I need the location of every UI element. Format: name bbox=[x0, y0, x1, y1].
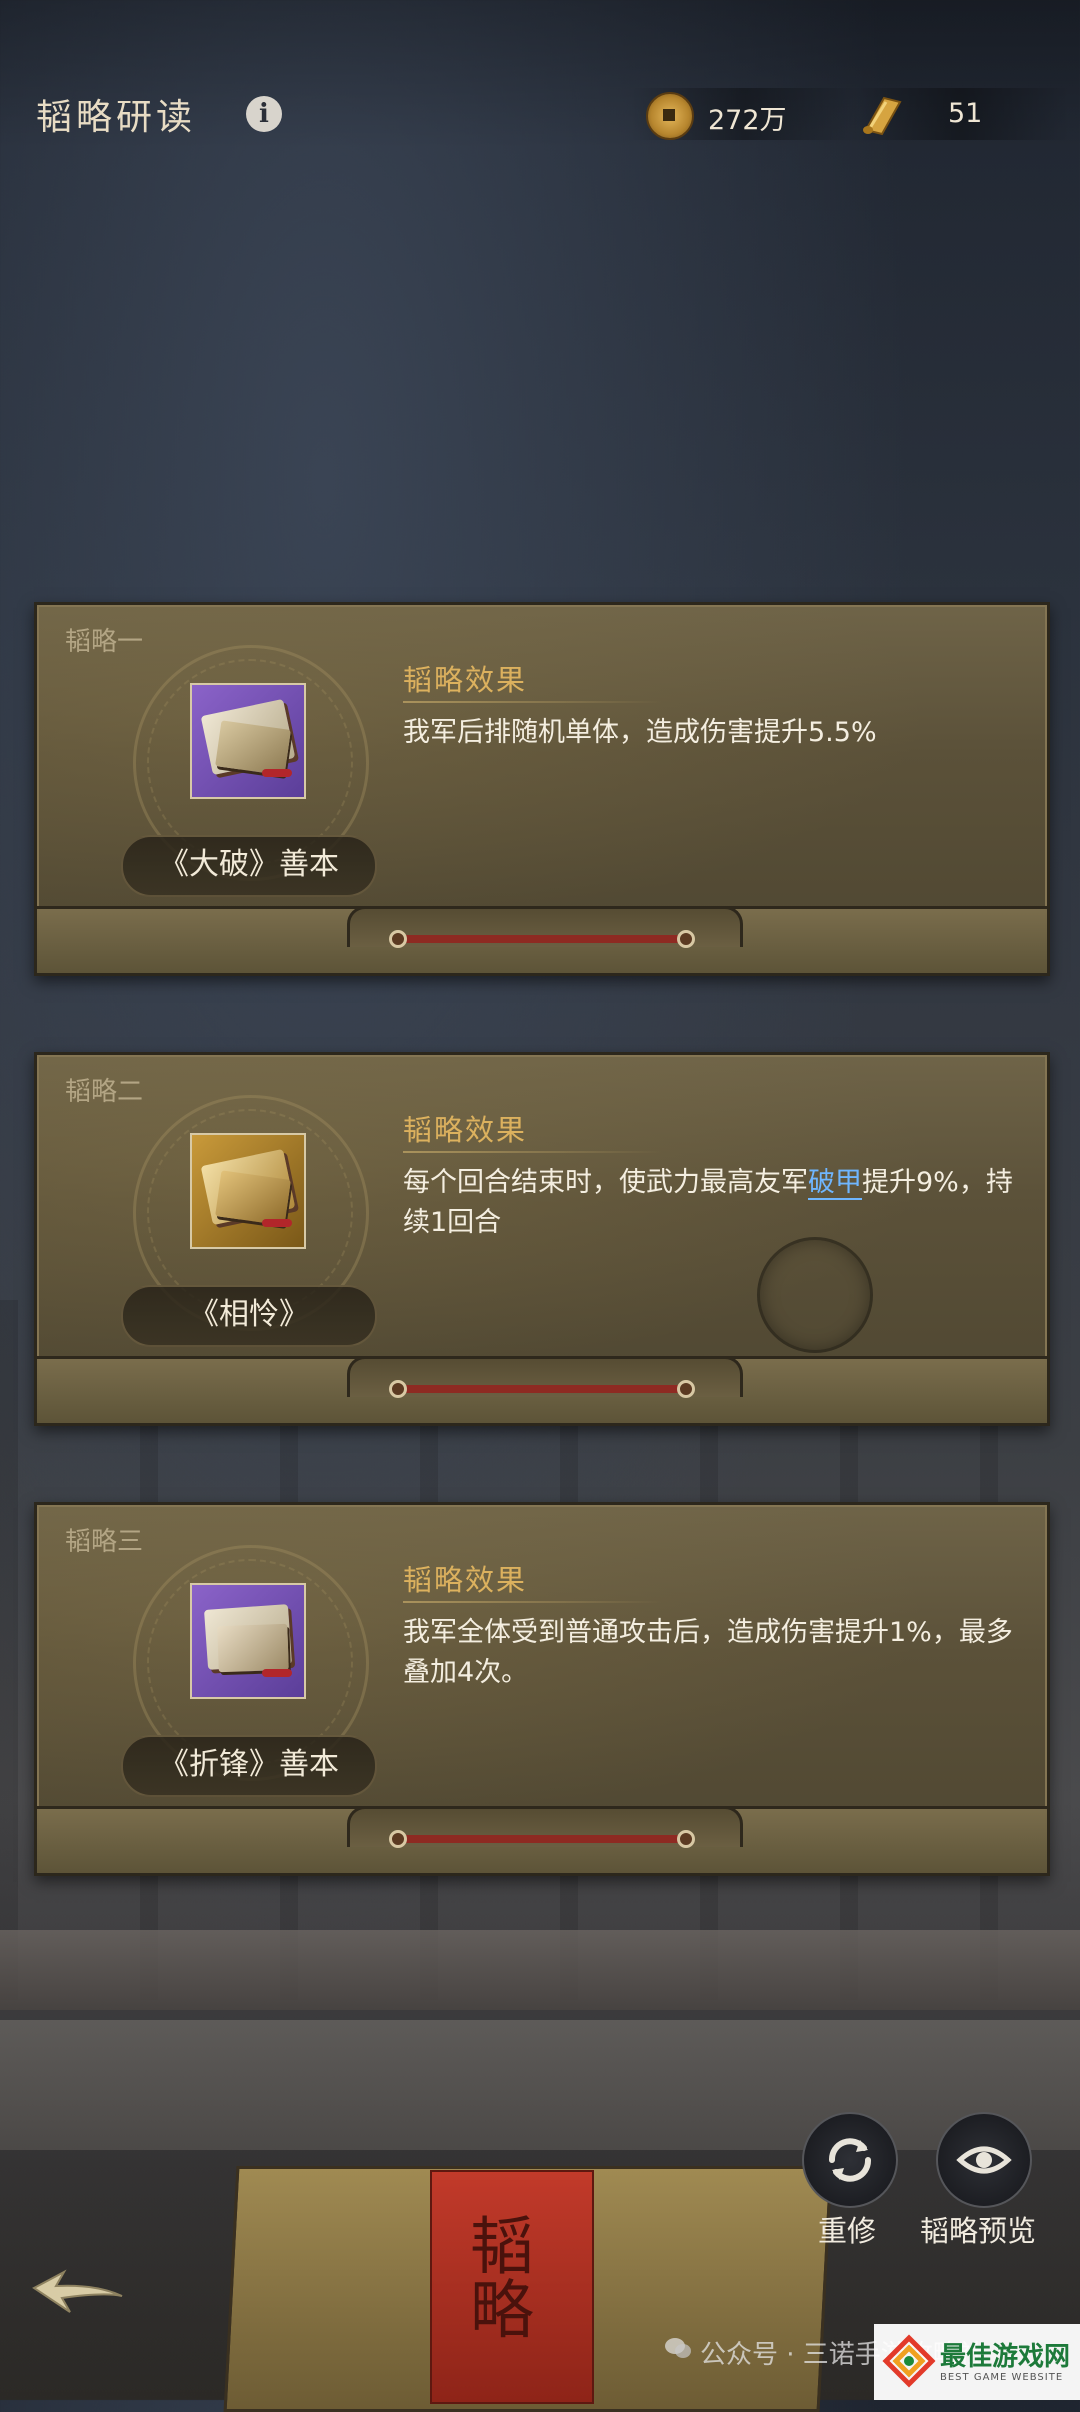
armor-break-keyword-link[interactable]: 破甲 bbox=[808, 1167, 862, 1200]
book-box-label: 韬略 bbox=[430, 2170, 594, 2404]
effect-description: 我军全体受到普通攻击后，造成伤害提升1%，最多叠加4次。 bbox=[403, 1617, 1013, 1688]
strategy-card-2[interactable]: 韬略二 《相怜》 韬略效果 每个回合结束时，使武力最高友军破甲提升9%，持续1回… bbox=[34, 1052, 1050, 1426]
copper-coin-icon bbox=[646, 92, 694, 140]
effect-text-part: 每个回合结束时，使武力最高友军 bbox=[403, 1167, 808, 1198]
reset-button-label[interactable]: 重修 bbox=[818, 2208, 876, 2250]
strategy-card-1[interactable]: 韬略一 《大破》善本 韬略效果 我军后排随机单体，造成伤害提升5.5% bbox=[34, 602, 1050, 976]
progress-bar bbox=[389, 1830, 695, 1848]
reset-button[interactable] bbox=[802, 2112, 898, 2208]
info-icon[interactable]: i bbox=[246, 96, 282, 132]
background-shelf bbox=[0, 1930, 1080, 2010]
card-label: 韬略二 bbox=[65, 1077, 144, 1107]
divider bbox=[403, 1151, 663, 1153]
site-logo-tagline: BEST GAME WEBSITE bbox=[940, 2372, 1064, 2383]
logo-mark-icon bbox=[882, 2334, 936, 2388]
item-name-badge: 《折锋》善本 bbox=[121, 1735, 377, 1797]
strategy-book-icon[interactable] bbox=[190, 683, 306, 799]
scroll-count: 51 bbox=[948, 98, 983, 129]
eye-icon bbox=[956, 2146, 1012, 2174]
preview-button[interactable] bbox=[936, 2112, 1032, 2208]
refresh-icon bbox=[829, 2138, 871, 2182]
card-label: 韬略三 bbox=[65, 1527, 144, 1557]
site-logo: 最佳游戏网 BEST GAME WEBSITE bbox=[874, 2324, 1080, 2400]
preview-button-label[interactable]: 韬略预览 bbox=[920, 2208, 1036, 2250]
item-name-badge: 《大破》善本 bbox=[121, 835, 377, 897]
divider bbox=[403, 1601, 663, 1603]
progress-bar bbox=[389, 1380, 695, 1398]
wechat-icon bbox=[665, 2338, 691, 2358]
strategy-book-icon[interactable] bbox=[190, 1583, 306, 1699]
strategy-book-icon[interactable] bbox=[190, 1133, 306, 1249]
divider bbox=[403, 701, 663, 703]
card-label: 韬略一 bbox=[65, 627, 144, 657]
copper-coin-count: 272万 bbox=[708, 105, 787, 136]
effect-description: 我军后排随机单体，造成伤害提升5.5% bbox=[403, 717, 877, 748]
sparkle-effect bbox=[757, 1237, 873, 1353]
progress-bar bbox=[389, 930, 695, 948]
scroll-icon bbox=[863, 96, 902, 136]
site-logo-name: 最佳游戏网 bbox=[940, 2342, 1071, 2372]
item-name-badge: 《相怜》 bbox=[121, 1285, 377, 1347]
effect-title: 韬略效果 bbox=[403, 1113, 528, 1147]
background-shelf-lower bbox=[0, 2020, 1080, 2150]
effect-title: 韬略效果 bbox=[403, 1563, 528, 1597]
effect-description: 每个回合结束时，使武力最高友军破甲提升9%，持续1回合 bbox=[403, 1163, 1013, 1243]
strategy-card-3[interactable]: 韬略三 《折锋》善本 韬略效果 我军全体受到普通攻击后，造成伤害提升1%，最多叠… bbox=[34, 1502, 1050, 1876]
effect-title: 韬略效果 bbox=[403, 663, 528, 697]
page-title: 韬略研读 bbox=[36, 97, 197, 138]
back-arrow-icon[interactable] bbox=[26, 2262, 136, 2322]
